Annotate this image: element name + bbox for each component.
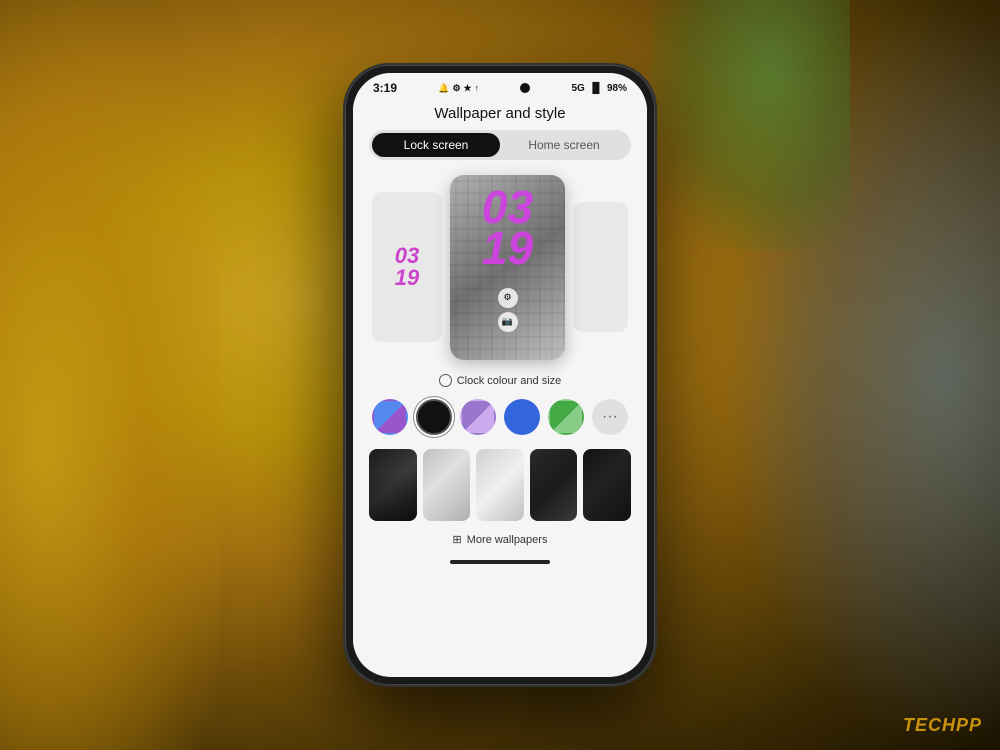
- settings-circle-icon: ⚙: [498, 288, 518, 308]
- status-right: 5G ▐▌ 98%: [571, 83, 627, 94]
- screen-content: Wallpaper and style Lock screen Home scr…: [353, 99, 647, 671]
- preview-area: 0319 0319 ⚙ 📷: [353, 170, 647, 370]
- status-icons: 🔔 ⚙ ★ ↑: [438, 83, 479, 94]
- clock-settings-label: Clock colour and size: [457, 375, 562, 387]
- tab-lock-screen[interactable]: Lock screen: [372, 133, 500, 157]
- signal-bars-icon: ▐▌: [589, 83, 603, 94]
- network-type: 5G: [571, 83, 584, 94]
- settings-dot-icon: ⚙: [452, 83, 460, 94]
- camera-circle-icon: 📷: [498, 312, 518, 332]
- bg-green-top: [650, 0, 850, 250]
- nav-home-bar: [450, 560, 550, 564]
- phone-screen: 3:19 🔔 ⚙ ★ ↑ 5G ▐▌ 98% Wallpaper and sty…: [353, 73, 647, 677]
- sync-icon: ↑: [475, 83, 480, 93]
- swatch-purple[interactable]: [460, 399, 496, 435]
- preview-small-left[interactable]: 0319: [372, 192, 442, 342]
- swatch-blue[interactable]: [504, 399, 540, 435]
- wallpaper-thumb-3[interactable]: [476, 449, 524, 521]
- nav-indicator: [353, 554, 647, 568]
- screen-record-icon: ★: [464, 83, 472, 94]
- preview-main[interactable]: 0319 ⚙ 📷: [450, 175, 565, 360]
- battery-text: 98%: [607, 83, 627, 94]
- preview-main-icons: ⚙ 📷: [498, 288, 518, 332]
- more-dots-icon: ···: [602, 408, 618, 426]
- color-swatches-row: ···: [353, 395, 647, 445]
- page-title: Wallpaper and style: [353, 99, 647, 130]
- status-time: 3:19: [373, 81, 397, 95]
- preview-main-time: 0319: [482, 187, 533, 270]
- phone-shell: 3:19 🔔 ⚙ ★ ↑ 5G ▐▌ 98% Wallpaper and sty…: [345, 65, 655, 685]
- more-wallpapers-grid-icon: ⊞: [453, 533, 462, 546]
- swatch-green[interactable]: [548, 399, 584, 435]
- wallpaper-thumb-5[interactable]: [583, 449, 631, 521]
- more-wallpapers-label: More wallpapers: [467, 534, 548, 546]
- notification-icon: 🔔: [438, 83, 449, 94]
- swatch-blue-purple[interactable]: [372, 399, 408, 435]
- tab-home-screen[interactable]: Home screen: [500, 133, 628, 157]
- status-bar: 3:19 🔔 ⚙ ★ ↑ 5G ▐▌ 98%: [353, 73, 647, 99]
- clock-settings-gear-icon: [439, 374, 452, 387]
- wallpaper-thumb-1[interactable]: [369, 449, 417, 521]
- wallpaper-thumbnails: [353, 445, 647, 529]
- swatch-more[interactable]: ···: [592, 399, 628, 435]
- swatch-black[interactable]: [416, 399, 452, 435]
- preview-small-time-left: 0319: [395, 245, 419, 289]
- wallpaper-thumb-4[interactable]: [530, 449, 578, 521]
- tabs-row: Lock screen Home screen: [369, 130, 631, 160]
- camera-notch: [520, 83, 530, 93]
- watermark: TECHPP: [903, 715, 982, 736]
- wallpaper-thumb-2[interactable]: [423, 449, 471, 521]
- bg-blur-left: [0, 0, 220, 750]
- clock-settings[interactable]: Clock colour and size: [353, 370, 647, 395]
- preview-small-right[interactable]: [573, 202, 628, 332]
- more-wallpapers[interactable]: ⊞ More wallpapers: [353, 529, 647, 554]
